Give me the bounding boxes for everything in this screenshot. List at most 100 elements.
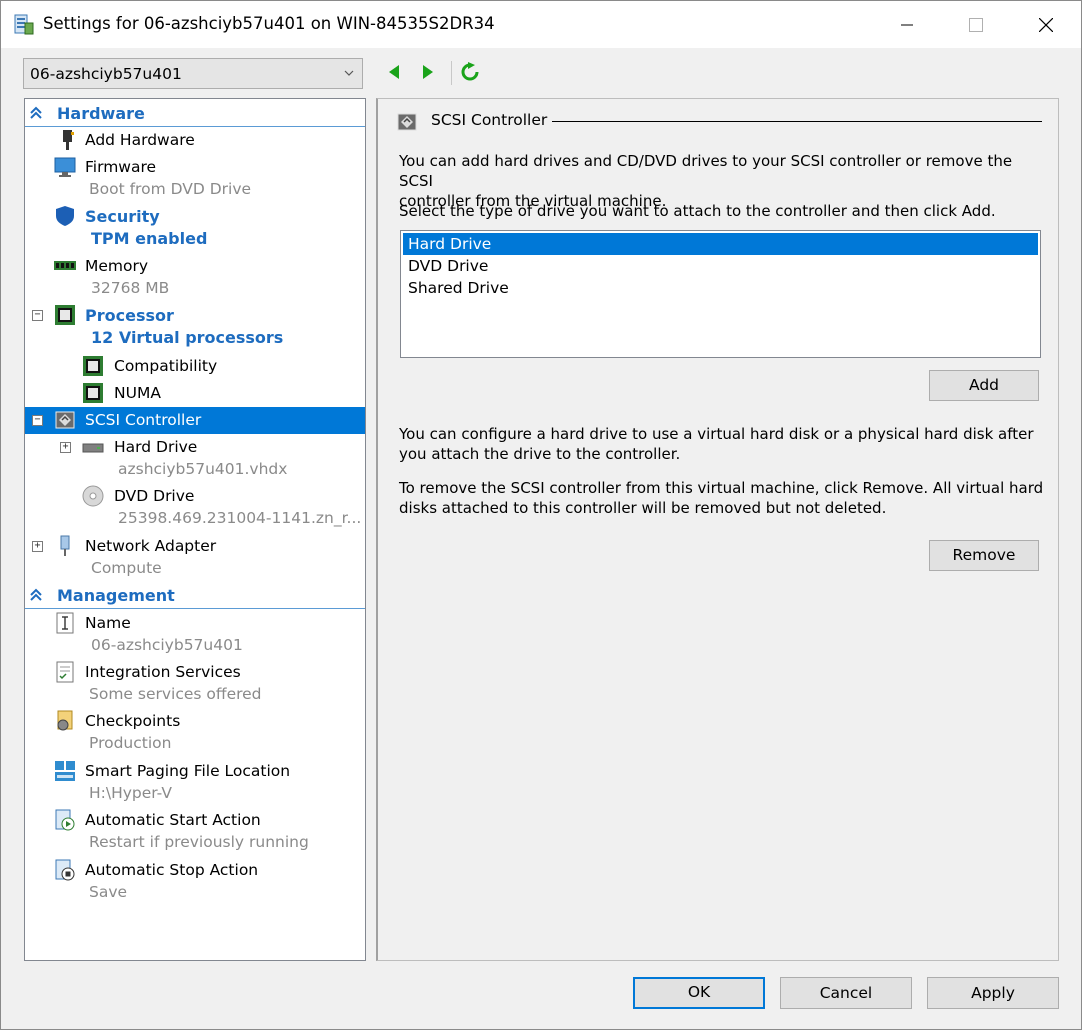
tree-item-compatibility[interactable]: Compatibility [25,355,365,379]
hard-drive-icon [82,443,104,453]
remove-text: To remove the SCSI controller from this … [399,478,1049,518]
processor-label: Processor [85,306,174,325]
minimize-icon [901,24,913,25]
auto-start-icon [55,809,75,831]
tree-item-network-adapter[interactable]: + Network Adapter Compute [25,535,365,581]
settings-app-icon [14,14,34,35]
refresh-button[interactable] [459,61,481,83]
next-button[interactable] [417,61,439,83]
name-field-icon [56,612,74,634]
config-text: You can configure a hard drive to use a … [399,424,1049,464]
dvd-drive-label: DVD Drive [114,487,195,505]
smart-paging-icon [55,761,75,781]
tree-item-auto-start[interactable]: Automatic Start Action Restart if previo… [25,809,365,855]
hard-drive-sub: azshciyb57u401.vhdx [118,460,288,478]
network-adapter-sub: Compute [91,559,162,577]
config-line-2: you attach the drive to the controller. [399,445,681,463]
tree-item-add-hardware[interactable]: Add Hardware [25,129,365,153]
list-item-shared-drive[interactable]: Shared Drive [403,277,1038,299]
drive-type-listbox[interactable]: Hard Drive DVD Drive Shared Drive [400,230,1041,358]
memory-icon [54,261,76,270]
management-header-label: Management [57,586,175,605]
header-underline [25,608,365,609]
shield-icon [56,206,74,226]
apply-button[interactable]: Apply [927,977,1059,1009]
management-section-header[interactable]: Management [25,583,365,609]
scsi-collapse-toggle[interactable]: − [32,415,43,426]
processor-sub: 12 Virtual processors [91,328,284,347]
hard-drive-expand-toggle[interactable]: + [60,442,71,453]
scsi-controller-icon [397,113,417,131]
smart-paging-sub: H:\Hyper-V [89,784,172,802]
maximize-button[interactable] [941,1,1011,48]
integration-services-label: Integration Services [85,663,241,681]
hardware-section-header[interactable]: Hardware [25,101,365,127]
add-hardware-label: Add Hardware [85,131,195,149]
tree-item-processor[interactable]: − Processor 12 Virtual processors [25,304,365,350]
vm-selector-dropdown[interactable]: 06-azshciyb57u401 [23,58,363,89]
name-sub: 06-azshciyb57u401 [91,636,243,654]
tree-item-hard-drive[interactable]: + Hard Drive azshciyb57u401.vhdx [25,436,365,482]
collapse-chevron-icon [30,106,42,119]
memory-label: Memory [85,257,149,275]
add-hardware-icon [63,130,74,150]
name-label: Name [85,614,131,632]
checkpoints-label: Checkpoints [85,712,181,730]
remove-button[interactable]: Remove [929,540,1039,571]
vm-selector-value: 06-azshciyb57u401 [30,65,182,83]
hard-drive-label: Hard Drive [114,438,198,456]
add-button[interactable]: Add [929,370,1039,401]
scsi-controller-label: SCSI Controller [85,411,202,429]
auto-stop-label: Automatic Stop Action [85,861,259,879]
remove-line-2: disks attached to this controller will b… [399,499,887,517]
processor-collapse-toggle[interactable]: − [32,310,43,321]
security-sub: TPM enabled [91,229,208,248]
panel-title: SCSI Controller [431,111,548,129]
network-adapter-label: Network Adapter [85,537,217,555]
tree-item-name[interactable]: Name 06-azshciyb57u401 [25,612,365,658]
cancel-button[interactable]: Cancel [780,977,912,1009]
integration-services-sub: Some services offered [89,685,262,703]
scsi-controller-panel: SCSI Controller You can add hard drives … [376,98,1059,961]
auto-start-label: Automatic Start Action [85,811,261,829]
firmware-sub: Boot from DVD Drive [89,180,252,198]
memory-sub: 32768 MB [91,279,170,297]
chevron-down-icon [344,70,354,76]
close-icon [1039,17,1053,32]
ok-button[interactable]: OK [633,977,765,1009]
firmware-icon [54,157,76,177]
network-adapter-icon [60,535,70,556]
tree-item-scsi-controller[interactable]: − SCSI Controller [25,407,365,434]
auto-start-sub: Restart if previously running [89,833,309,851]
tree-item-memory[interactable]: Memory 32768 MB [25,255,365,301]
maximize-icon [969,17,983,32]
processor-icon [83,356,103,376]
tree-item-security[interactable]: Security TPM enabled [25,205,365,251]
intro-line-1: You can add hard drives and CD/DVD drive… [399,152,1013,190]
list-item-hard-drive[interactable]: Hard Drive [403,233,1038,255]
close-button[interactable] [1011,1,1081,48]
scsi-controller-icon [55,411,75,429]
tree-item-firmware[interactable]: Firmware Boot from DVD Drive [25,156,365,202]
config-line-1: You can configure a hard drive to use a … [399,425,1034,443]
dvd-drive-sub: 25398.469.231004-1141.zn_r... [118,509,362,527]
network-expand-toggle[interactable]: + [32,541,43,552]
tree-item-dvd-drive[interactable]: DVD Drive 25398.469.231004-1141.zn_r... [25,485,365,531]
tree-item-checkpoints[interactable]: Checkpoints Production [25,710,365,756]
processor-icon [55,305,75,325]
auto-stop-icon [55,859,75,881]
collapse-chevron-icon [30,588,42,601]
tree-item-integration-services[interactable]: Integration Services Some services offer… [25,661,365,707]
tree-item-auto-stop[interactable]: Automatic Stop Action Save [25,859,365,905]
minimize-button[interactable] [872,1,942,48]
firmware-label: Firmware [85,158,157,176]
compatibility-label: Compatibility [114,357,218,375]
list-item-dvd-drive[interactable]: DVD Drive [403,255,1038,277]
integration-services-icon [56,661,74,683]
tree-item-smart-paging[interactable]: Smart Paging File Location H:\Hyper-V [25,760,365,806]
remove-line-1: To remove the SCSI controller from this … [399,479,1044,497]
toolbar-separator [451,61,452,85]
settings-window: Settings for 06-azshciyb57u401 on WIN-84… [0,0,1082,1030]
tree-item-numa[interactable]: NUMA [25,382,365,406]
previous-button[interactable] [383,61,405,83]
